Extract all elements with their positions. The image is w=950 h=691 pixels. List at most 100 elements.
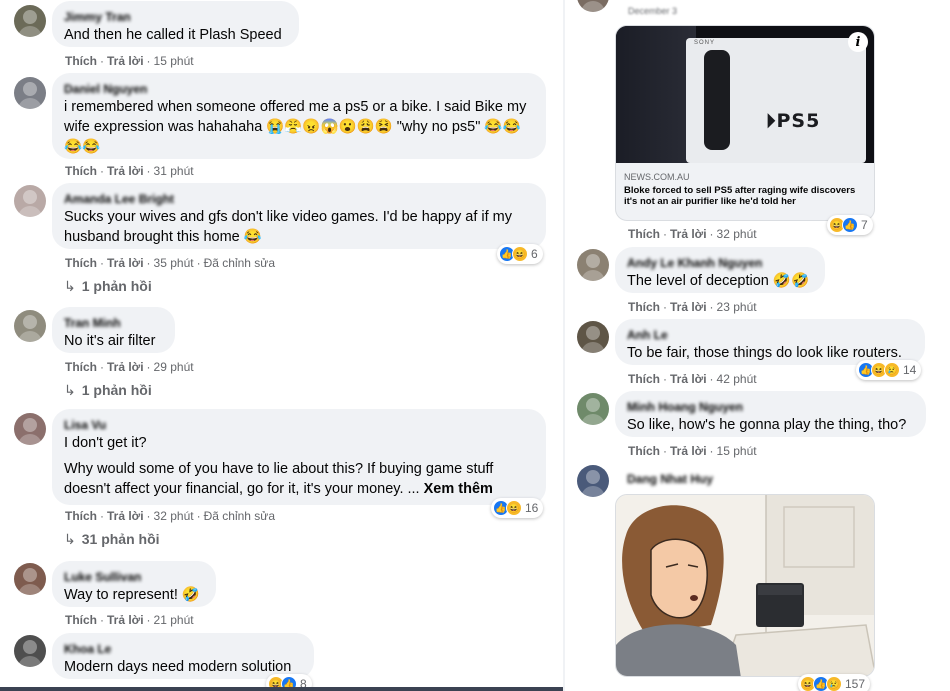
- bottom-edge: [0, 687, 563, 691]
- comment: Anh Le To be fair, those things do look …: [565, 317, 950, 389]
- comment-actions: Thích · Trả lời · 15 phút: [628, 444, 757, 458]
- avatar[interactable]: [14, 5, 46, 37]
- comment-time[interactable]: 15 phút: [154, 54, 194, 68]
- comment-author[interactable]: Dang Nhat Huy: [627, 471, 713, 487]
- replies-count: 1 phản hồi: [81, 278, 152, 294]
- haha-reaction-icon: 😆: [512, 246, 528, 262]
- view-replies-link[interactable]: ↳ 1 phản hồi: [64, 382, 152, 399]
- reply-button[interactable]: Trả lời: [670, 372, 707, 386]
- avatar[interactable]: [14, 635, 46, 667]
- edited-label: Đã chỉnh sửa: [203, 509, 275, 523]
- comment-author[interactable]: Jimmy Tran: [64, 9, 287, 25]
- avatar[interactable]: [14, 310, 46, 342]
- avatar[interactable]: [14, 185, 46, 217]
- view-replies-link[interactable]: ↳ 31 phản hồi: [64, 531, 160, 548]
- reply-button[interactable]: Trả lời: [107, 54, 144, 68]
- comment: Khoa Le Modern days need modern solution…: [0, 632, 563, 691]
- reply-button[interactable]: Trả lời: [107, 256, 144, 270]
- right-comment-panel: December 3 SONY ⏵PS5 i NEWS.COM.AU Bloke…: [565, 0, 950, 691]
- comment-actions: Thích · Trả lời · 35 phút · Đã chỉnh sửa: [65, 256, 275, 270]
- reaction-summary[interactable]: 👍 😆 6: [497, 244, 543, 264]
- comment: Dang Nhat Huy 😆 👍 😢 157: [565, 462, 950, 691]
- like-button[interactable]: Thích: [65, 509, 97, 523]
- like-button[interactable]: Thích: [628, 300, 660, 314]
- reply-button[interactable]: Trả lời: [670, 444, 707, 458]
- avatar[interactable]: [577, 249, 609, 281]
- reaction-count: 6: [531, 247, 538, 261]
- view-replies-link[interactable]: ↳ 1 phản hồi: [64, 278, 152, 295]
- comment-time[interactable]: 32 phút: [154, 509, 194, 523]
- comment: Tran Minh No it's air filter Thích · Trả l…: [0, 306, 563, 404]
- edited-label: Đã chỉnh sửa: [203, 256, 275, 270]
- comment-bubble: Tran Minh No it's air filter: [52, 307, 175, 353]
- reply-arrow-icon: ↳: [64, 531, 76, 547]
- avatar[interactable]: [14, 563, 46, 595]
- avatar[interactable]: [577, 0, 609, 12]
- like-button[interactable]: Thích: [65, 164, 97, 178]
- comment-actions: Thích · Trả lời · 42 phút: [628, 372, 757, 386]
- comment-time[interactable]: 32 phút: [717, 227, 757, 241]
- comment-author[interactable]: Anh Le: [627, 327, 913, 343]
- comment-image[interactable]: [615, 494, 875, 677]
- ps5-logo: ⏵PS5: [766, 110, 821, 132]
- reply-button[interactable]: Trả lời: [107, 164, 144, 178]
- comment-author[interactable]: Khoa Le: [64, 641, 302, 657]
- reaction-summary[interactable]: 😆 👍 7: [827, 215, 873, 235]
- link-preview-card[interactable]: SONY ⏵PS5 i NEWS.COM.AU Bloke forced to …: [615, 25, 875, 221]
- like-button[interactable]: Thích: [628, 372, 660, 386]
- like-reaction-icon: 👍: [842, 217, 858, 233]
- like-button[interactable]: Thích: [628, 227, 660, 241]
- comment-time[interactable]: 29 phút: [154, 360, 194, 374]
- comment-time[interactable]: 15 phút: [717, 444, 757, 458]
- link-source: NEWS.COM.AU: [624, 172, 690, 182]
- comment-bubble: Daniel Nguyen i remembered when someone …: [52, 73, 546, 159]
- comment-author[interactable]: Lisa Vu: [64, 417, 534, 433]
- comment: Lisa Vu I don't get it? Why would some o…: [0, 408, 563, 556]
- avatar[interactable]: [14, 413, 46, 445]
- comment-author[interactable]: Daniel Nguyen: [64, 81, 534, 97]
- comment-author[interactable]: Tran Minh: [64, 315, 163, 331]
- like-button[interactable]: Thích: [65, 360, 97, 374]
- like-button[interactable]: Thích: [65, 256, 97, 270]
- reaction-summary[interactable]: 👍 😆 😢 14: [856, 360, 922, 380]
- reply-button[interactable]: Trả lời: [107, 360, 144, 374]
- comment-actions: Thích · Trả lời · 15 phút: [65, 54, 194, 68]
- comment-author[interactable]: Amanda Lee Bright: [64, 191, 534, 207]
- comment-time[interactable]: 23 phút: [717, 300, 757, 314]
- comment-time[interactable]: 35 phút: [154, 256, 194, 270]
- link-preview-image: SONY ⏵PS5 i: [616, 26, 874, 163]
- comment-text: i remembered when someone offered me a p…: [64, 99, 527, 155]
- reply-button[interactable]: Trả lời: [670, 227, 707, 241]
- avatar[interactable]: [577, 465, 609, 497]
- reaction-count: 16: [525, 501, 539, 515]
- reaction-summary[interactable]: 😆 👍 😢 157: [798, 674, 871, 691]
- left-comment-panel: Jimmy Tran And then he called it Plash S…: [0, 0, 563, 691]
- link-title[interactable]: Bloke forced to sell PS5 after raging wi…: [624, 185, 866, 207]
- comment-text: No it's air filter: [64, 333, 156, 349]
- comment: Amanda Lee Bright Sucks your wives and g…: [0, 182, 563, 302]
- comment-author[interactable]: Luke Sullivan: [64, 569, 204, 585]
- comment-bubble: Khoa Le Modern days need modern solution: [52, 633, 314, 679]
- see-more-link[interactable]: Xem thêm: [424, 481, 493, 497]
- comment-bubble: Anh Le To be fair, those things do look …: [615, 319, 925, 365]
- reaction-count: 7: [861, 218, 868, 232]
- reaction-summary[interactable]: 👍 😆 16: [491, 498, 544, 518]
- like-button[interactable]: Thích: [65, 613, 97, 627]
- info-icon[interactable]: i: [848, 32, 868, 52]
- like-button[interactable]: Thích: [65, 54, 97, 68]
- comment-author[interactable]: Andy Le Khanh Nguyen: [627, 255, 813, 271]
- avatar[interactable]: [577, 321, 609, 353]
- comment-time[interactable]: 21 phút: [154, 613, 194, 627]
- comment-text: Way to represent! 🤣: [64, 587, 200, 603]
- comment: Jimmy Tran And then he called it Plash S…: [0, 0, 563, 70]
- like-button[interactable]: Thích: [628, 444, 660, 458]
- comment-author[interactable]: Minh Hoang Nguyen: [627, 399, 914, 415]
- reply-button[interactable]: Trả lời: [670, 300, 707, 314]
- reply-button[interactable]: Trả lời: [107, 613, 144, 627]
- reply-button[interactable]: Trả lời: [107, 509, 144, 523]
- comment-time[interactable]: 42 phút: [717, 372, 757, 386]
- avatar[interactable]: [577, 393, 609, 425]
- comment-time[interactable]: 31 phút: [154, 164, 194, 178]
- comment-text: I don't get it?: [64, 435, 147, 451]
- avatar[interactable]: [14, 77, 46, 109]
